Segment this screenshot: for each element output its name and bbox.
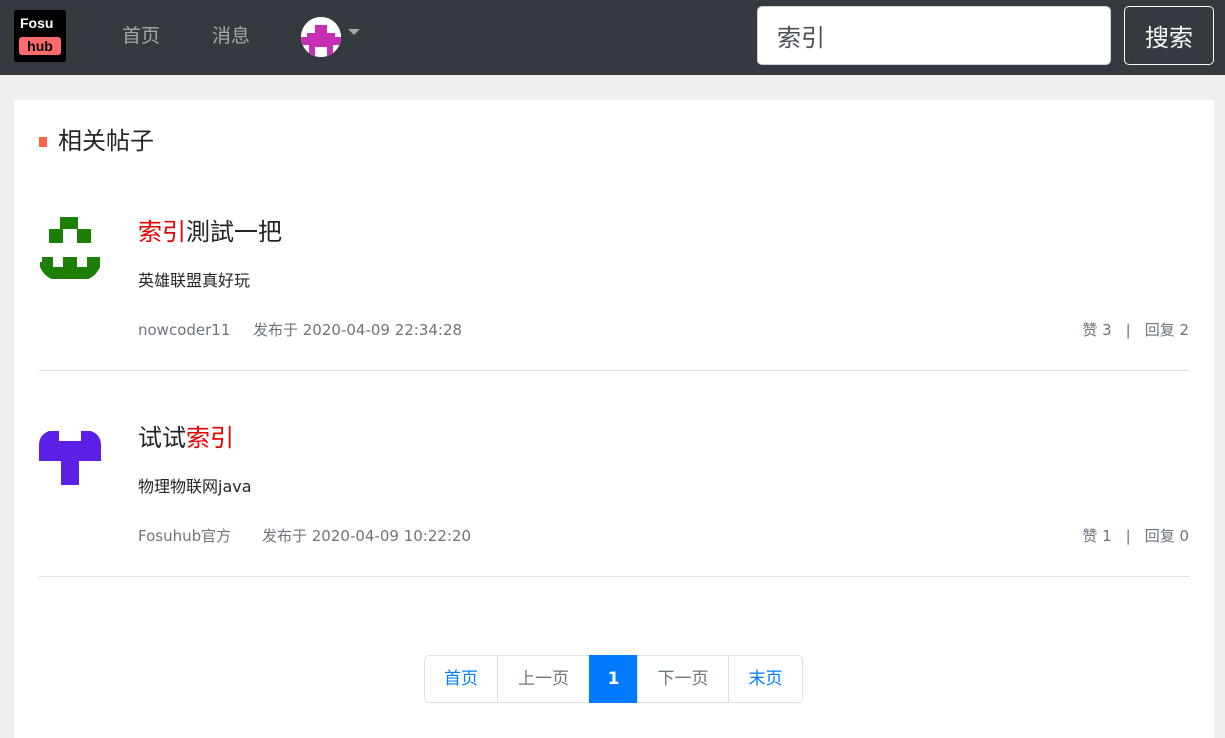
post-author: nowcoder11 [138, 321, 231, 339]
post-stats: 赞 1 | 回复 0 [1082, 525, 1189, 547]
user-avatar[interactable] [301, 17, 341, 57]
identicon-icon [39, 431, 101, 485]
post-title-link[interactable]: 试试索引 [138, 421, 234, 455]
chevron-down-icon[interactable] [348, 29, 360, 35]
search-button[interactable]: 搜索 [1124, 6, 1214, 65]
post-divider [39, 370, 1189, 371]
like-count: 赞 3 [1082, 321, 1112, 339]
post-author-avatar[interactable] [39, 421, 101, 485]
post-title-text: 试试 [138, 424, 186, 452]
top-navbar: Fosu hub 首页 消息 搜索 [0, 0, 1225, 75]
post-title-highlight: 索引 [186, 424, 234, 452]
identicon-icon [301, 17, 341, 57]
post-divider [39, 576, 1189, 577]
post-author-avatar[interactable] [39, 215, 101, 281]
reply-count: 回复 0 [1144, 527, 1189, 545]
stats-separator: | [1125, 527, 1131, 545]
logo-text-bottom: hub [19, 37, 61, 55]
page-first-button[interactable]: 首页 [424, 655, 498, 703]
like-count: 赞 1 [1082, 527, 1112, 545]
fosuhub-logo[interactable]: Fosu hub [14, 10, 66, 62]
title-marker-icon [39, 137, 47, 147]
post-author: Fosuhub官方 [138, 527, 232, 545]
main-card: 相关帖子 索引測試一把 英雄联盟真好玩 nowcoder11 发布于 2020-… [14, 100, 1214, 738]
page-last-button[interactable]: 末页 [728, 655, 803, 703]
nav-messages-link[interactable]: 消息 [212, 24, 250, 48]
post-content: 物理物联网java [138, 477, 252, 496]
post-title-highlight: 索引 [138, 218, 186, 246]
nav-home-link[interactable]: 首页 [122, 24, 160, 48]
logo-text-top: Fosu [20, 15, 54, 31]
page-next-button[interactable]: 下一页 [637, 655, 729, 703]
post-date: 发布于 2020-04-09 22:34:28 [253, 321, 463, 339]
page-prev-button[interactable]: 上一页 [497, 655, 590, 703]
post-title-text: 測試一把 [186, 218, 282, 246]
post-content: 英雄联盟真好玩 [138, 271, 251, 290]
pagination: 首页 上一页 1 下一页 末页 [424, 655, 803, 703]
post-title-link[interactable]: 索引測試一把 [138, 215, 282, 249]
section-title: 相关帖子 [58, 127, 154, 155]
post-date: 发布于 2020-04-09 10:22:20 [262, 527, 472, 545]
post-stats: 赞 3 | 回复 2 [1082, 319, 1189, 341]
search-input[interactable] [757, 6, 1111, 65]
reply-count: 回复 2 [1144, 321, 1189, 339]
page-current-button[interactable]: 1 [589, 655, 638, 703]
stats-separator: | [1125, 321, 1131, 339]
identicon-icon [39, 217, 100, 281]
